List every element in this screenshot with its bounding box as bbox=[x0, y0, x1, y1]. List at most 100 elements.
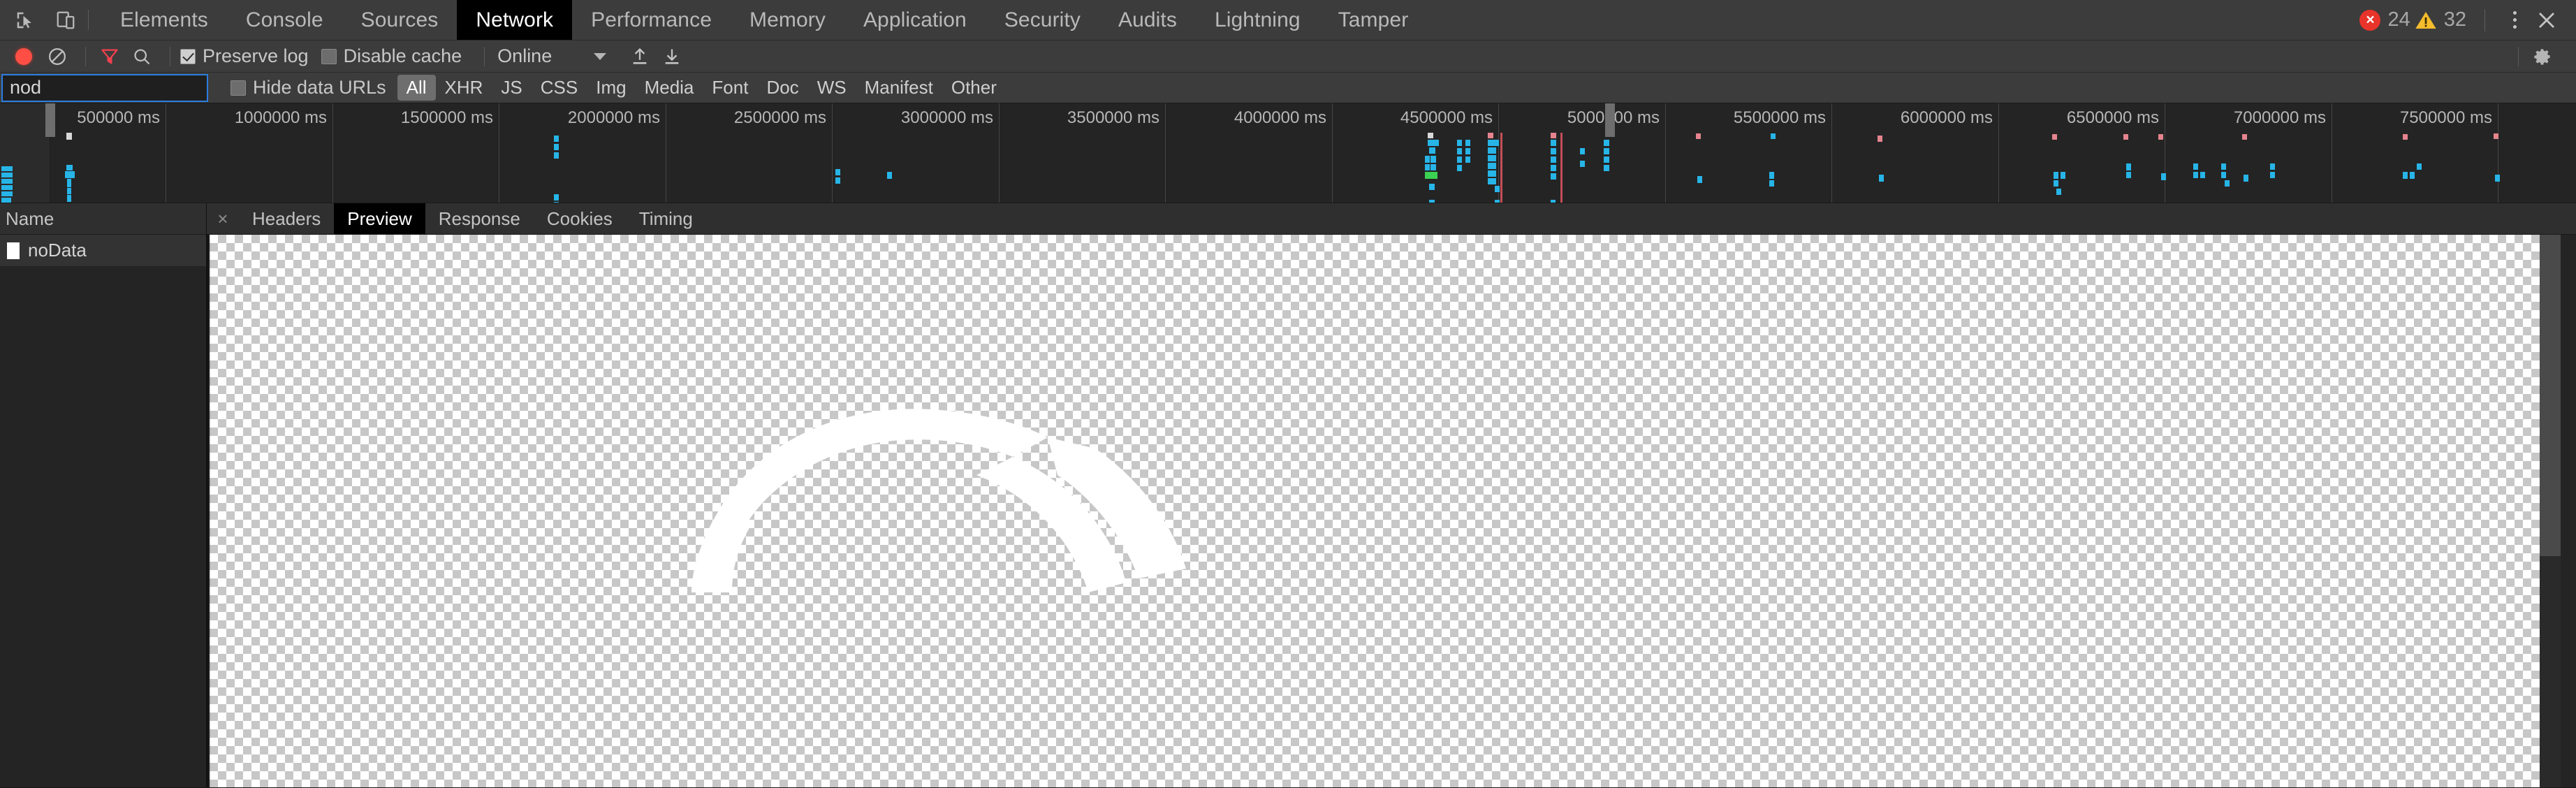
scrollbar-thumb[interactable] bbox=[2540, 235, 2561, 556]
warning-icon bbox=[2415, 10, 2437, 31]
vertical-scrollbar[interactable] bbox=[2540, 235, 2561, 787]
overview-request-bar bbox=[1457, 148, 1462, 154]
disable-cache-box bbox=[321, 48, 337, 64]
error-count: 24 bbox=[2387, 8, 2410, 31]
filter-type-doc[interactable]: Doc bbox=[757, 75, 807, 101]
tab-memory[interactable]: Memory bbox=[731, 0, 844, 40]
overview-request-bar bbox=[887, 172, 892, 179]
overview-request-bar bbox=[2495, 175, 2500, 182]
column-header-name[interactable]: Name bbox=[6, 208, 54, 230]
clear-icon[interactable] bbox=[43, 43, 71, 71]
overview-request-bar bbox=[2244, 175, 2248, 182]
request-detail-panel: × Headers Preview Response Cookies Timin… bbox=[207, 203, 2576, 787]
network-overview[interactable]: 500000 ms 1000000 ms 1500000 ms 2000000 ms 2… bbox=[0, 103, 2576, 203]
inspect-element-icon[interactable] bbox=[10, 5, 41, 36]
filter-type-img[interactable]: Img bbox=[587, 75, 635, 101]
tab-sources-label: Sources bbox=[360, 8, 439, 31]
list-item-label: noData bbox=[28, 240, 87, 261]
overview-request-bars bbox=[0, 133, 2576, 203]
more-options-icon[interactable] bbox=[2499, 5, 2530, 36]
overview-request-bar bbox=[2270, 172, 2275, 178]
overview-request-bar bbox=[1580, 161, 1585, 167]
tab-lightning[interactable]: Lightning bbox=[1196, 0, 1319, 40]
tab-console[interactable]: Console bbox=[227, 0, 342, 40]
overview-request-bar bbox=[1551, 156, 1556, 163]
preserve-log-label: Preserve log bbox=[203, 45, 309, 66]
device-toolbar-icon[interactable] bbox=[50, 5, 81, 36]
filter-type-manifest[interactable]: Manifest bbox=[856, 75, 942, 101]
chevron-down-icon[interactable] bbox=[594, 52, 607, 60]
record-button[interactable] bbox=[15, 48, 32, 65]
request-list-header: Name bbox=[0, 203, 206, 235]
tab-elements[interactable]: Elements bbox=[101, 0, 227, 40]
tab-headers[interactable]: Headers bbox=[239, 203, 334, 234]
error-counter[interactable]: × 24 bbox=[2359, 8, 2410, 31]
filter-type-ws[interactable]: WS bbox=[808, 75, 856, 101]
tab-security[interactable]: Security bbox=[986, 0, 1099, 40]
filter-type-all[interactable]: All bbox=[397, 75, 436, 101]
overview-request-bar bbox=[2161, 173, 2166, 180]
network-body: Name noData × Headers Preview Response C… bbox=[0, 203, 2576, 787]
overview-request-bar bbox=[1551, 165, 1556, 171]
preserve-log-checkbox[interactable]: Preserve log bbox=[180, 45, 309, 67]
filter-type-js[interactable]: JS bbox=[492, 75, 531, 101]
overview-request-bar bbox=[2126, 163, 2131, 170]
list-item[interactable]: noData bbox=[0, 235, 206, 266]
overview-request-bar bbox=[1604, 165, 1609, 171]
tab-audits[interactable]: Audits bbox=[1099, 0, 1196, 40]
disable-cache-checkbox[interactable]: Disable cache bbox=[321, 45, 462, 67]
tabbar-tool-icons bbox=[0, 0, 81, 40]
throttling-select[interactable]: Online bbox=[497, 45, 552, 67]
tab-performance[interactable]: Performance bbox=[572, 0, 731, 40]
gear-icon[interactable] bbox=[2529, 43, 2556, 71]
filter-type-media[interactable]: Media bbox=[636, 75, 703, 101]
overview-request-bar bbox=[1425, 164, 1430, 170]
search-icon[interactable] bbox=[128, 43, 156, 71]
toolbar-divider-4 bbox=[2518, 46, 2519, 66]
filter-type-css[interactable]: CSS bbox=[532, 75, 587, 101]
overview-request-bar bbox=[2126, 172, 2131, 178]
tab-preview[interactable]: Preview bbox=[334, 203, 425, 234]
overview-request-bar bbox=[554, 194, 559, 200]
export-har-icon[interactable] bbox=[658, 43, 686, 71]
request-list: Name noData bbox=[0, 203, 207, 787]
overview-request-bar bbox=[2193, 172, 2198, 178]
devtools-window: Elements Console Sources Network Perform… bbox=[0, 0, 2576, 788]
overview-right-handle[interactable] bbox=[1605, 103, 1615, 137]
overview-request-bar bbox=[554, 144, 559, 150]
tab-lightning-label: Lightning bbox=[1214, 8, 1301, 31]
filter-type-other[interactable]: Other bbox=[942, 75, 1006, 101]
preview-content bbox=[207, 235, 2576, 787]
tab-response[interactable]: Response bbox=[425, 203, 534, 234]
close-detail-icon[interactable]: × bbox=[207, 203, 239, 234]
overview-left-handle[interactable] bbox=[45, 103, 55, 137]
overview-request-bar bbox=[66, 133, 72, 140]
overview-request-bar bbox=[1, 173, 13, 177]
overview-request-bar bbox=[1488, 178, 1496, 184]
filter-type-font[interactable]: Font bbox=[703, 75, 757, 101]
filter-icon[interactable] bbox=[96, 43, 124, 71]
overview-request-bar bbox=[2158, 134, 2163, 140]
tab-cookies[interactable]: Cookies bbox=[534, 203, 626, 234]
overview-request-bar bbox=[65, 171, 75, 178]
tab-sources[interactable]: Sources bbox=[342, 0, 458, 40]
tab-performance-label: Performance bbox=[591, 8, 712, 31]
tab-tamper[interactable]: Tamper bbox=[1319, 0, 1428, 40]
transparency-checkerboard bbox=[210, 235, 2540, 787]
tab-network[interactable]: Network bbox=[457, 0, 573, 40]
overview-request-bar bbox=[2403, 172, 2408, 179]
warning-counter[interactable]: 32 bbox=[2415, 8, 2466, 31]
overview-request-bar bbox=[1430, 156, 1436, 163]
tab-timing[interactable]: Timing bbox=[626, 203, 706, 234]
close-devtools-icon[interactable] bbox=[2530, 5, 2563, 36]
import-har-icon[interactable] bbox=[626, 43, 654, 71]
overview-request-bar bbox=[1, 179, 13, 184]
overview-request-bar bbox=[2494, 133, 2498, 139]
network-settings-group bbox=[2508, 43, 2576, 71]
detail-tab-bar: × Headers Preview Response Cookies Timin… bbox=[207, 203, 2576, 235]
tab-application[interactable]: Application bbox=[844, 0, 986, 40]
filter-input[interactable] bbox=[1, 73, 208, 102]
hide-data-urls-checkbox[interactable]: Hide data URLs bbox=[230, 77, 386, 98]
filter-type-xhr[interactable]: XHR bbox=[436, 75, 492, 101]
overview-request-bar bbox=[1488, 170, 1496, 177]
